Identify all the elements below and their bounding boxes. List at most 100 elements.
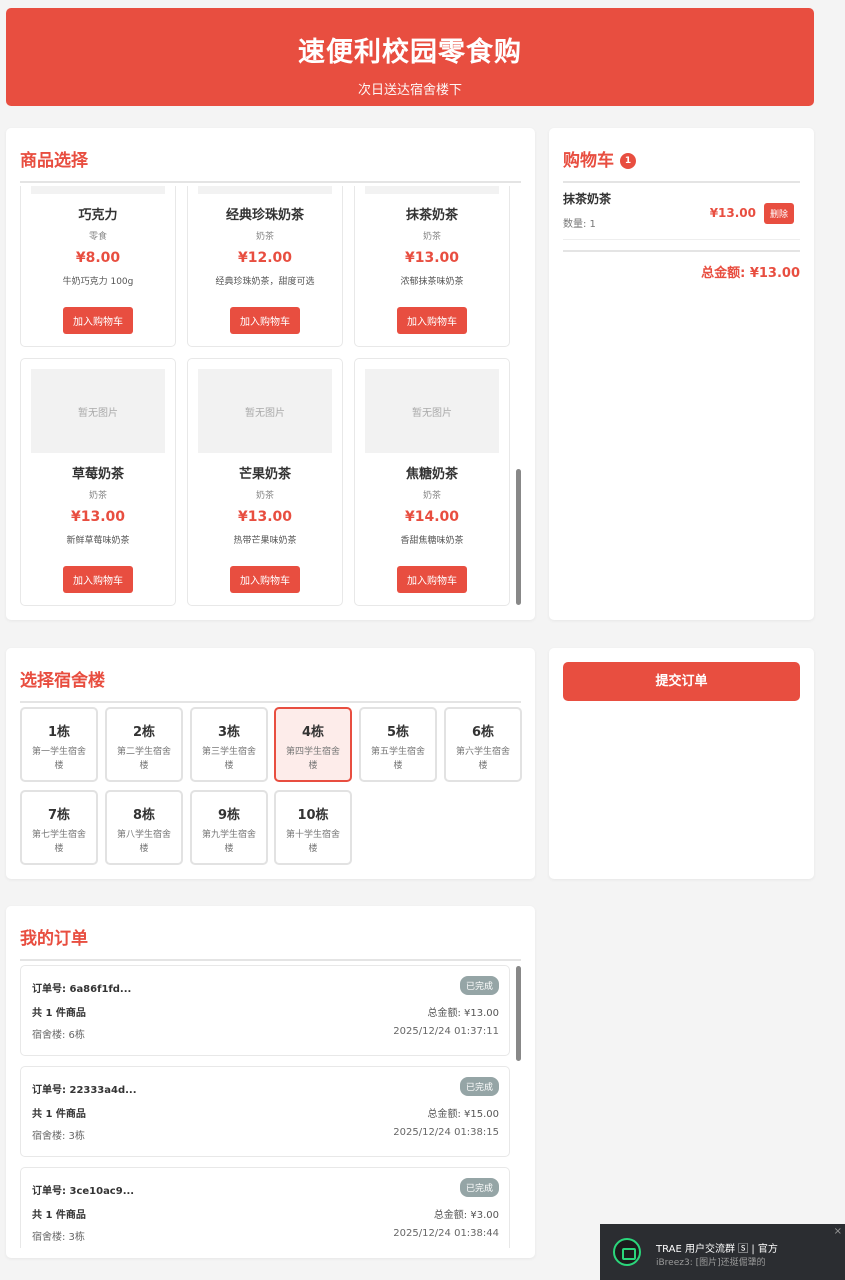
orders-list[interactable]: 订单号: 6a86f1fd... 已完成 共 1 件商品 总金额: ¥13.00… — [6, 962, 535, 1248]
products-scrollbar[interactable] — [516, 469, 521, 605]
dorm-option-4[interactable]: 4栋第四学生宿舍楼 — [274, 707, 352, 782]
products-grid[interactable]: 巧克力 零食 ¥8.00 牛奶巧克力 100g 加入购物车 经典珍珠奶茶 奶茶 … — [20, 186, 516, 608]
order-count: 共 1 件商品 — [32, 1109, 86, 1120]
status-badge: 已完成 — [459, 1077, 499, 1096]
product-card: 经典珍珠奶茶 奶茶 ¥12.00 经典珍珠奶茶，甜度可选 加入购物车 — [187, 186, 343, 347]
dorm-option-1[interactable]: 1栋第一学生宿舍楼 — [20, 707, 98, 782]
order-card: 订单号: 3ce10ac9... 已完成 共 1 件商品 总金额: ¥3.00 … — [20, 1167, 510, 1248]
delete-button[interactable]: 删除 — [763, 203, 794, 224]
add-to-cart-button[interactable]: 加入购物车 — [397, 307, 467, 334]
dorm-name: 7栋 — [47, 808, 71, 823]
dorm-option-2[interactable]: 2栋第二学生宿舍楼 — [105, 707, 183, 782]
order-dorm: 宿舍楼: 3栋 — [32, 1232, 85, 1243]
product-image: 暂无图片 — [198, 369, 332, 453]
product-category: 奶茶 — [422, 232, 441, 242]
product-category: 奶茶 — [422, 491, 441, 501]
product-desc: 浓郁抹茶味奶茶 — [400, 277, 464, 287]
dorm-option-8[interactable]: 8栋 第八学生宿舍楼 — [105, 790, 183, 865]
order-card: 订单号: 6a86f1fd... 已完成 共 1 件商品 总金额: ¥13.00… — [20, 965, 510, 1056]
product-name: 芒果奶茶 — [238, 467, 291, 482]
product-price: ¥8.00 — [75, 250, 121, 266]
cart-title-text: 购物车 — [563, 151, 614, 171]
dorm-option-5[interactable]: 5栋第五学生宿舍楼 — [359, 707, 437, 782]
notification-title: TRAE 用户交流群 🅂 | 官方 — [656, 1244, 778, 1255]
order-id: 订单号: 22333a4d... — [32, 1085, 137, 1096]
add-to-cart-button[interactable]: 加入购物车 — [63, 566, 133, 593]
submit-panel: 提交订单 — [549, 648, 814, 879]
cart-title: 购物车 1 — [563, 128, 800, 183]
order-dorm: 宿舍楼: 6栋 — [32, 1030, 85, 1041]
product-price: ¥14.00 — [404, 509, 460, 525]
product-name: 抹茶奶茶 — [405, 208, 458, 223]
app-subtitle: 次日送达宿舍楼下 — [357, 83, 462, 98]
dorm-option-9[interactable]: 9栋第九学生宿舍楼 — [190, 790, 268, 865]
product-card: 暂无图片 芒果奶茶 奶茶 ¥13.00 热带芒果味奶茶 加入购物车 — [187, 358, 343, 606]
product-name: 草莓奶茶 — [71, 467, 124, 482]
order-time: 2025/12/24 01:38:15 — [393, 1127, 499, 1138]
dorm-desc: 第六学生宿舍楼 — [456, 747, 511, 771]
product-desc: 牛奶巧克力 100g — [62, 277, 134, 287]
dorm-name: 4栋 — [301, 725, 325, 740]
dorm-name: 5栋 — [386, 725, 410, 740]
app-title: 速便利校园零食购 — [298, 37, 522, 68]
order-time: 2025/12/24 01:38:44 — [393, 1228, 499, 1239]
dorm-name: 6栋 — [471, 725, 495, 740]
notification-message: iBreez3: [图片]还挺倔犟的 — [656, 1258, 766, 1268]
dorm-option-3[interactable]: 3栋 第三学生宿舍楼 — [190, 707, 268, 782]
add-to-cart-button[interactable]: 加入购物车 — [397, 566, 467, 593]
dorm-option-6[interactable]: 6栋第六学生宿舍楼 — [444, 707, 522, 782]
orders-title: 我的订单 — [20, 906, 521, 961]
dorm-desc: 第七学生宿舍楼 — [32, 830, 87, 854]
dorm-panel: 选择宿舍楼 1栋 第一学生宿舍楼 2栋 第二学生宿舍楼 3栋 第三学生宿舍楼 4栋 第四… — [6, 648, 535, 879]
dorm-name: 1栋 — [47, 725, 71, 740]
dorm-desc: 第二学生宿舍楼 — [117, 747, 172, 771]
add-to-cart-button[interactable]: 加入购物车 — [230, 566, 300, 593]
cart-panel: 购物车 1 抹茶奶茶 数量: 1 ¥13.00 删除 总金额: ¥13.00 — [549, 128, 814, 620]
product-name: 焦糖奶茶 — [405, 467, 458, 482]
dorm-desc: 第五学生宿舍楼 — [371, 747, 426, 771]
notification-toast[interactable]: TRAE 用户交流群 🅂 | 官方 iBreez3: [图片]还挺倔犟的 × — [600, 1224, 845, 1280]
cart-count-badge: 1 — [620, 153, 636, 169]
submit-order-button[interactable]: 提交订单 — [563, 662, 800, 701]
cart-item: 抹茶奶茶 数量: 1 ¥13.00 删除 — [563, 190, 800, 240]
product-desc: 热带芒果味奶茶 — [233, 536, 297, 546]
product-image: 暂无图片 — [31, 369, 165, 453]
order-count: 共 1 件商品 — [32, 1210, 86, 1221]
close-icon[interactable]: × — [834, 1226, 842, 1237]
cart-total: 总金额: ¥13.00 — [701, 266, 800, 281]
dorm-desc: 第一学生宿舍楼 — [32, 747, 87, 771]
product-card: 巧克力 零食 ¥8.00 牛奶巧克力 100g 加入购物车 — [20, 186, 176, 347]
order-id: 订单号: 6a86f1fd... — [32, 984, 132, 995]
order-total: 总金额: ¥13.00 — [427, 1008, 499, 1019]
product-category: 奶茶 — [88, 491, 107, 501]
product-desc: 经典珍珠奶茶，甜度可选 — [215, 277, 315, 287]
dorm-option-7[interactable]: 7栋第七学生宿舍楼 — [20, 790, 98, 865]
order-count: 共 1 件商品 — [32, 1008, 86, 1019]
product-image: 暂无图片 — [365, 369, 499, 453]
order-id: 订单号: 3ce10ac9... — [32, 1186, 135, 1197]
dorm-name: 10栋 — [297, 808, 329, 823]
group-avatar-icon — [613, 1238, 641, 1266]
cart-divider — [563, 250, 800, 252]
dorm-desc: 第四学生宿舍楼 — [286, 747, 341, 771]
product-desc: 香甜焦糖味奶茶 — [400, 536, 464, 546]
dorm-name: 2栋 — [132, 725, 156, 740]
product-price: ¥12.00 — [237, 250, 293, 266]
products-title: 商品选择 — [20, 128, 521, 183]
add-to-cart-button[interactable]: 加入购物车 — [230, 307, 300, 334]
app-header: 速便利校园零食购 次日送达宿舍楼下 — [6, 8, 814, 106]
dorm-desc: 第十学生宿舍楼 — [286, 830, 341, 854]
product-desc: 新鲜草莓味奶茶 — [66, 536, 130, 546]
dorm-option-10[interactable]: 10栋第十学生宿舍楼 — [274, 790, 352, 865]
dorm-desc: 第九学生宿舍楼 — [202, 830, 257, 854]
product-name: 经典珍珠奶茶 — [225, 208, 304, 223]
add-to-cart-button[interactable]: 加入购物车 — [63, 307, 133, 334]
product-price: ¥13.00 — [237, 509, 293, 525]
product-image — [198, 186, 332, 194]
product-card: 暂无图片 焦糖奶茶 奶茶 ¥14.00 香甜焦糖味奶茶 加入购物车 — [354, 358, 510, 606]
orders-scrollbar[interactable] — [516, 966, 521, 1061]
orders-panel: 我的订单 订单号: 6a86f1fd... 已完成 共 1 件商品 总金额: ¥… — [6, 906, 535, 1258]
product-card: 抹茶奶茶 奶茶 ¥13.00 浓郁抹茶味奶茶 加入购物车 — [354, 186, 510, 347]
dorm-name: 9栋 — [217, 808, 241, 823]
product-category: 奶茶 — [255, 232, 274, 242]
